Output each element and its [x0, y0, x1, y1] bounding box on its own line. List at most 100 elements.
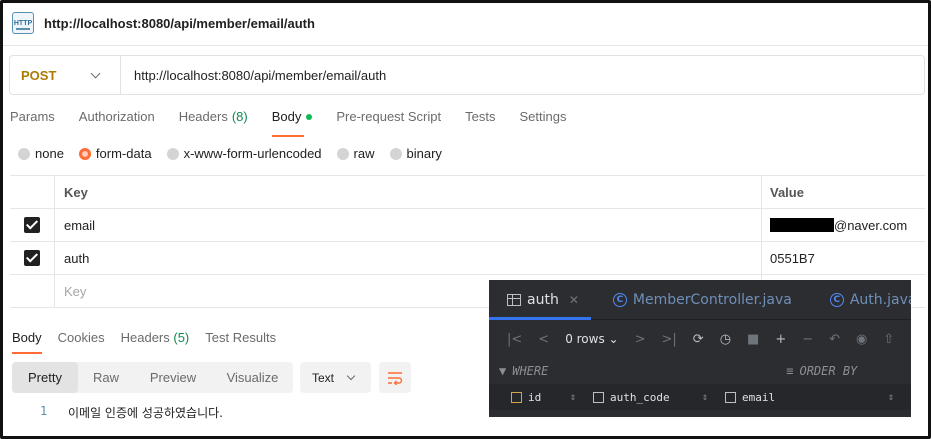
tab-settings[interactable]: Settings [519, 109, 566, 137]
ide-tab-auth[interactable]: auth ✕ [489, 280, 591, 320]
key-cell[interactable]: auth [55, 242, 762, 274]
url-input[interactable] [121, 67, 821, 83]
value-cell[interactable]: @naver.com [762, 218, 907, 233]
sort-toggle-icon[interactable]: ⇕ [570, 392, 576, 403]
headers-count: (8) [231, 109, 248, 124]
checkbox-column [10, 176, 55, 208]
radio-label: raw [353, 146, 375, 161]
tab-label: Headers [178, 109, 228, 124]
add-row-icon[interactable]: + [775, 332, 786, 347]
http-request-icon: HTTP [12, 12, 34, 34]
tab-tests[interactable]: Tests [465, 109, 495, 137]
radio-icon [18, 147, 30, 160]
format-type-label: Text [312, 370, 335, 385]
revert-icon[interactable]: ↶ [829, 332, 840, 347]
line-number: 1 [40, 404, 48, 418]
tab-response-headers[interactable]: Headers (5) [121, 330, 190, 354]
column-id[interactable]: id ⇕ [511, 391, 593, 404]
response-body-line: 1 이메일 인증에 성공하였습니다. [40, 404, 223, 421]
sort-toggle-icon[interactable]: ⇕ [888, 392, 894, 403]
request-bar: POST [9, 55, 925, 95]
value-cell[interactable]: 0551B7 [762, 251, 815, 266]
table-icon [507, 293, 521, 306]
tab-label: Params [10, 109, 55, 124]
radio-none[interactable]: none [18, 146, 64, 161]
tab-test-results[interactable]: Test Results [205, 330, 276, 354]
method-selector[interactable]: POST [10, 56, 121, 94]
ide-tab-auth-java[interactable]: C Auth.java [804, 280, 911, 319]
stop-icon[interactable]: ■ [747, 332, 759, 347]
column-auth-code[interactable]: auth_code ⇕ [593, 391, 725, 404]
format-visualize-button[interactable]: Visualize [212, 362, 293, 393]
tab-response-body[interactable]: Body [12, 330, 42, 354]
order-by-field[interactable]: ORDER BY [799, 364, 857, 378]
response-text[interactable]: 이메일 인증에 성공하였습니다. [68, 404, 223, 421]
tab-authorization[interactable]: Authorization [79, 109, 155, 137]
prev-page-icon[interactable]: < [538, 332, 549, 347]
wrap-lines-button[interactable] [379, 362, 411, 393]
wrap-icon [388, 371, 403, 385]
row-checkbox-cell [10, 209, 55, 241]
tab-params[interactable]: Params [10, 109, 55, 137]
body-type-options: none form-data x-www-form-urlencoded raw… [18, 146, 457, 161]
format-raw-button[interactable]: Raw [78, 362, 134, 393]
tab-cookies[interactable]: Cookies [58, 330, 105, 354]
radio-label: none [35, 146, 64, 161]
next-page-icon[interactable]: > [635, 332, 646, 347]
refresh-icon[interactable]: ⟳ [693, 332, 704, 347]
format-preview-button[interactable]: Preview [134, 362, 212, 393]
tab-headers[interactable]: Headers (8) [179, 109, 248, 137]
delete-row-icon[interactable]: − [802, 332, 813, 347]
submit-icon[interactable]: ⇧ [883, 332, 894, 347]
last-page-icon[interactable]: >| [662, 332, 677, 347]
where-field[interactable]: WHERE [512, 364, 786, 378]
column-email[interactable]: email ⇕ [725, 391, 905, 404]
sort-toggle-icon[interactable]: ⇕ [702, 392, 708, 403]
tab-label: Headers [120, 330, 170, 345]
close-icon[interactable]: ✕ [569, 293, 579, 307]
radio-x-www-form-urlencoded[interactable]: x-www-form-urlencoded [166, 146, 322, 161]
tab-label: Body [271, 109, 302, 124]
ide-database-panel: auth ✕ C MemberController.java C Auth.ja… [489, 280, 911, 417]
radio-selected-icon [78, 147, 91, 160]
radio-form-data[interactable]: form-data [78, 146, 152, 161]
table-row: email @naver.com [10, 209, 925, 242]
tab-pre-request-script[interactable]: Pre-request Script [336, 109, 441, 137]
class-icon: C [829, 292, 844, 307]
checkbox-checked-icon[interactable] [24, 250, 40, 266]
radio-raw[interactable]: raw [336, 146, 375, 161]
history-icon[interactable]: ◷ [720, 332, 731, 347]
tab-body[interactable]: Body [271, 109, 313, 137]
request-tabs: Params Authorization Headers (8) Body Pre… [10, 109, 590, 137]
column-label: auth_code [610, 390, 670, 404]
row-checkbox-cell [10, 242, 55, 274]
radio-label: x-www-form-urlencoded [183, 146, 322, 161]
key-header: Key [55, 176, 762, 208]
value-header: Value [770, 184, 804, 200]
ide-tab-member-controller[interactable]: C MemberController.java [591, 280, 804, 319]
rows-count[interactable]: 0 rows ⌄ [565, 332, 618, 346]
response-tabs: Body Cookies Headers (5) Test Results [12, 330, 292, 354]
ide-toolbar: |< < 0 rows ⌄ > >| ⟳ ◷ ■ + − ↶ ◉ ⇧ [489, 320, 911, 358]
tab-label: Settings [519, 109, 567, 124]
preview-icon[interactable]: ◉ [856, 332, 867, 347]
ide-column-header: id ⇕ auth_code ⇕ email ⇕ [489, 384, 911, 410]
column-icon [593, 391, 604, 403]
headers-count: (5) [173, 330, 190, 345]
first-page-icon[interactable]: |< [507, 332, 522, 347]
key-cell[interactable]: email [55, 209, 762, 241]
filter-icon: ▼ [499, 364, 507, 378]
ide-tab-bar: auth ✕ C MemberController.java C Auth.ja… [489, 280, 911, 320]
radio-binary[interactable]: binary [389, 146, 442, 161]
format-toggle-group: Pretty Raw Preview Visualize [12, 362, 293, 393]
column-label: id [528, 390, 542, 404]
sort-icon: ≡ [786, 364, 794, 378]
radio-icon [336, 147, 349, 160]
format-pretty-button[interactable]: Pretty [12, 362, 78, 393]
format-type-select[interactable]: Text [300, 362, 371, 393]
table-row: auth 0551B7 [10, 242, 925, 275]
tab-label: Authorization [78, 109, 155, 124]
checkbox-checked-icon[interactable] [24, 217, 40, 233]
status-dot-icon [306, 114, 313, 120]
request-title[interactable]: http://localhost:8080/api/member/email/a… [44, 16, 315, 31]
